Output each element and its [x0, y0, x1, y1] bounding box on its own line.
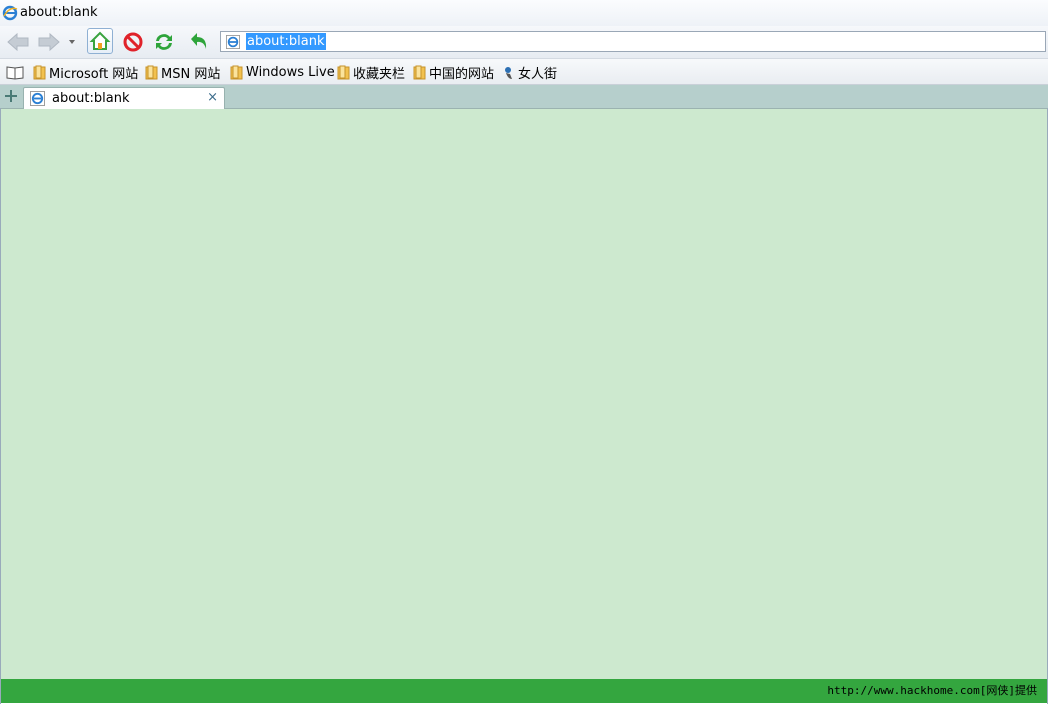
tab-label: about:blank: [52, 91, 130, 106]
favorite-item[interactable]: MSN 网站: [145, 63, 221, 82]
link-icon: [505, 66, 512, 79]
favorite-label: Windows Live: [246, 64, 335, 80]
folder-icon: [413, 65, 426, 79]
ie-page-icon: [30, 91, 45, 110]
favorite-item[interactable]: Windows Live: [230, 63, 335, 81]
favorite-item[interactable]: 女人街: [502, 63, 558, 82]
back-arrow-icon[interactable]: [5, 29, 31, 55]
favorites-bar: Microsoft 网站 MSN 网站 Windows Live 收藏夹栏 中国…: [0, 59, 1048, 85]
tab-close-icon[interactable]: ×: [207, 90, 218, 105]
folder-icon: [145, 65, 158, 79]
undo-arrow-icon[interactable]: [186, 29, 212, 55]
navigation-toolbar: about:blank: [0, 26, 1048, 59]
favorite-label: 收藏夹栏: [353, 66, 406, 82]
address-input[interactable]: about:blank: [246, 33, 326, 50]
tab-bar: about:blank ×: [0, 85, 1048, 109]
status-text: http://www.hackhome.com[网侠]提供: [827, 684, 1037, 697]
favorite-item[interactable]: Microsoft 网站: [33, 63, 139, 82]
status-bar: http://www.hackhome.com[网侠]提供: [1, 679, 1047, 703]
address-bar[interactable]: about:blank: [220, 31, 1046, 52]
folder-icon: [33, 65, 46, 79]
forward-arrow-icon[interactable]: [36, 29, 62, 55]
refresh-icon[interactable]: [151, 29, 177, 55]
folder-icon: [230, 65, 243, 79]
favorite-label: MSN 网站: [161, 66, 221, 82]
stop-icon[interactable]: [120, 29, 146, 55]
favorite-item[interactable]: 收藏夹栏: [337, 63, 406, 82]
home-icon: [89, 31, 111, 50]
ie-page-icon: [226, 35, 240, 53]
folder-icon: [337, 65, 350, 79]
home-button[interactable]: [87, 28, 113, 54]
tab-about-blank[interactable]: about:blank ×: [23, 87, 225, 109]
favorite-label: 女人街: [518, 66, 558, 82]
page-content[interactable]: [1, 109, 1047, 679]
favorite-label: 中国的网站: [429, 66, 495, 82]
favorites-book-icon[interactable]: [6, 63, 24, 81]
new-tab-plus-icon[interactable]: [3, 88, 19, 104]
favorite-item[interactable]: 中国的网站: [413, 63, 495, 82]
ie-logo-icon: [2, 5, 18, 25]
favorite-label: Microsoft 网站: [49, 66, 139, 82]
window-title: about:blank: [20, 5, 98, 20]
title-bar: about:blank: [0, 0, 1048, 26]
